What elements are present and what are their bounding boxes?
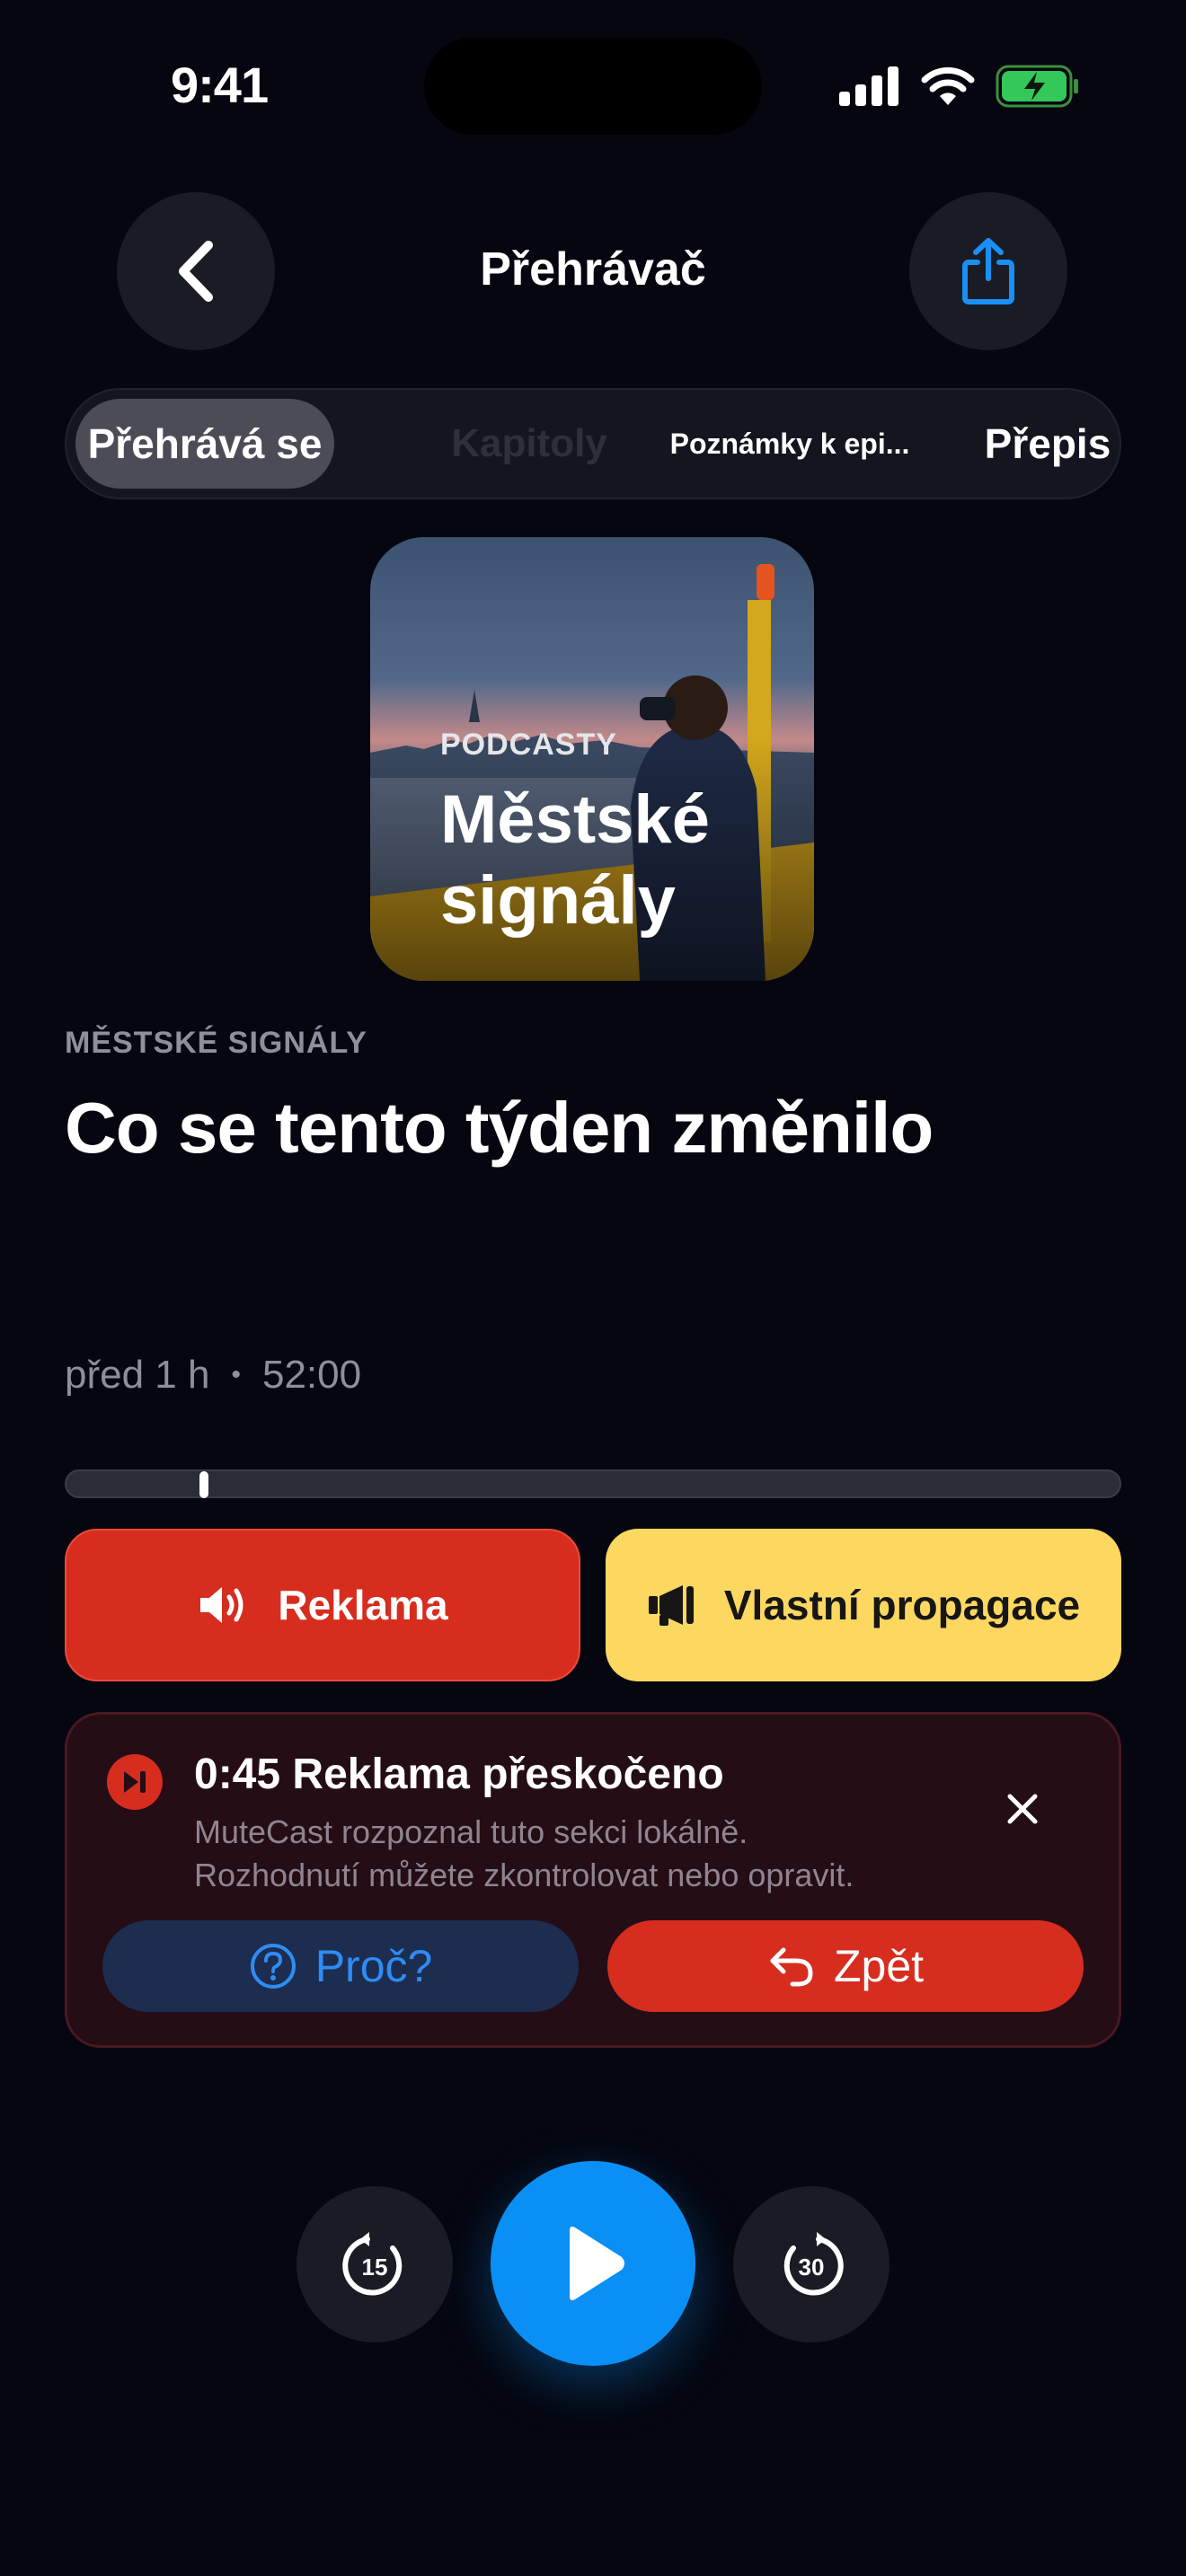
skip-notice-title: 0:45 Reklama přeskočeno: [194, 1751, 724, 1798]
play-icon: [570, 2227, 624, 2300]
tab-now-playing[interactable]: Přehrává se: [75, 399, 334, 489]
skip-notice-line-2: Rozhodnutí můžete zkontrolovat nebo opra…: [194, 1857, 854, 1893]
undo-arrow-icon: [770, 1947, 813, 1987]
meta-separator: •: [231, 1360, 241, 1389]
dynamic-island: [424, 38, 762, 135]
show-name: MĚSTSKÉ SIGNÁLY: [65, 1026, 367, 1060]
status-icons: [839, 59, 1080, 113]
episode-title: Co se tento týden změnilo: [65, 1088, 934, 1168]
speaker-icon: [200, 1587, 243, 1623]
episode-age: před 1 h: [65, 1353, 210, 1397]
cellular-signal-icon: [839, 66, 898, 106]
episode-artwork: PODCASTY Městské signály: [370, 537, 814, 981]
episode-meta: před 1 h • 52:00: [65, 1353, 361, 1398]
why-button[interactable]: Proč?: [102, 1920, 579, 2012]
chevron-left-icon: [179, 241, 213, 302]
forward-30-icon: 30: [783, 2232, 844, 2296]
episode-duration: 52:00: [261, 1353, 362, 1397]
artwork-title: Městské signály: [440, 780, 710, 941]
rewind-15-icon: 15: [342, 2232, 403, 2296]
artwork-title-line-1: Městské: [440, 781, 710, 858]
megaphone-icon: [648, 1585, 694, 1626]
play-button[interactable]: [491, 2161, 695, 2366]
artwork-kicker: PODCASTY: [440, 728, 617, 762]
question-circle-icon: [250, 1944, 296, 1989]
battery-charging-icon: [996, 65, 1078, 108]
page-title: Přehrávač: [480, 243, 706, 296]
forward-seconds-label: 30: [799, 2254, 825, 2280]
close-icon[interactable]: [1005, 1791, 1040, 1827]
undo-label: Zpět: [833, 1941, 925, 1991]
progress-thumb[interactable]: [199, 1471, 208, 1498]
tab-transcript[interactable]: Přepis: [913, 399, 1182, 489]
skip-notice-description: MuteCast rozpoznal tuto sekci lokálně. R…: [194, 1811, 1003, 1897]
ad-segment-button[interactable]: Reklama: [65, 1529, 580, 1681]
status-time: 9:41: [171, 57, 269, 113]
back-button[interactable]: [117, 192, 275, 350]
tab-bar: Přehrává se Kapitoly Poznámky k epi... P…: [65, 388, 1121, 499]
artwork-title-line-2: signály: [440, 862, 676, 939]
rewind-seconds-label: 15: [362, 2254, 388, 2280]
skip-notice-line-1: MuteCast rozpoznal tuto sekci lokálně.: [194, 1813, 748, 1850]
forward-button[interactable]: 30: [733, 2186, 890, 2342]
self-promo-button[interactable]: Vlastní propagace: [606, 1529, 1121, 1681]
ad-segment-label: Reklama: [278, 1582, 448, 1628]
playback-progress[interactable]: [65, 1469, 1121, 1498]
share-button[interactable]: [909, 192, 1067, 350]
wifi-icon: [921, 66, 975, 105]
skip-forward-icon: [107, 1754, 163, 1810]
undo-button[interactable]: Zpět: [607, 1920, 1084, 2012]
why-label: Proč?: [314, 1941, 433, 1991]
rewind-button[interactable]: 15: [296, 2186, 453, 2342]
share-icon: [962, 238, 1014, 304]
self-promo-label: Vlastní propagace: [723, 1582, 1081, 1628]
